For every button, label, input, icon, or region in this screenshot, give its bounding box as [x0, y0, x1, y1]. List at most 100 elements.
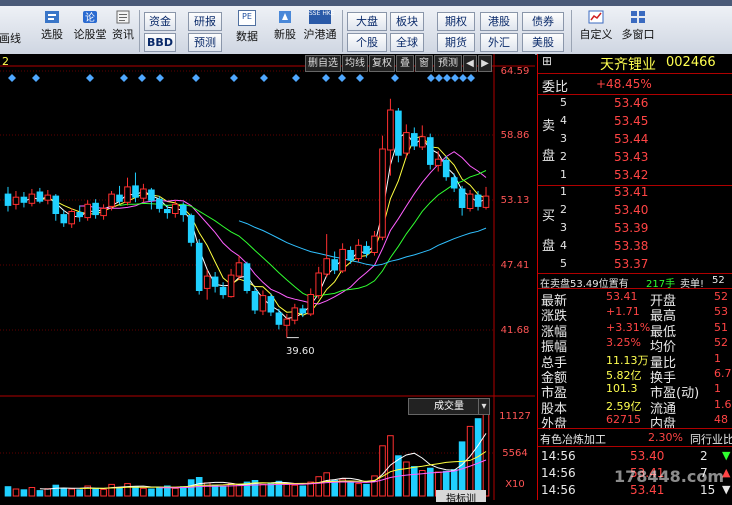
toolbar-custom[interactable]: 自定义: [576, 10, 616, 42]
toolbar-forum[interactable]: 论 论股堂: [72, 10, 108, 42]
order-level-number: 2: [560, 203, 567, 216]
chart-scroll-right-button[interactable]: ▶: [478, 55, 492, 72]
tick-price: 53.40: [630, 449, 665, 463]
candle-body: [28, 193, 36, 204]
order-level-price[interactable]: 53.42: [614, 168, 648, 182]
overlay-button[interactable]: 叠: [396, 55, 414, 72]
toolbar-options-button[interactable]: 期权: [437, 12, 475, 31]
candle-body: [100, 207, 107, 217]
info-marker-icon: [451, 74, 459, 82]
kline-chart-canvas[interactable]: [0, 54, 535, 500]
toolbar-stock-picker[interactable]: 选股: [36, 10, 68, 42]
candle-body: [331, 259, 338, 271]
stock-flag-icon: ⊞: [542, 54, 553, 68]
order-level-price[interactable]: 53.43: [614, 150, 648, 164]
candle-body: [164, 209, 171, 214]
toolbar-research-button[interactable]: 研报: [188, 12, 222, 31]
stat-value: 11.13万: [606, 353, 649, 367]
stat-value: 53.41: [606, 290, 638, 303]
volume-bar: [187, 479, 195, 497]
toolbar-separator: [571, 10, 572, 52]
order-level-price[interactable]: 53.37: [614, 257, 648, 271]
indicator-tab[interactable]: 指标训: [436, 490, 486, 505]
info-marker-icon: [459, 74, 467, 82]
info-marker-icon: [427, 74, 435, 82]
toolbar-us-stock-button[interactable]: 美股: [522, 33, 564, 52]
info-marker-icon: [138, 74, 146, 82]
kline-chart-panel[interactable]: 2 删自选 均线 复权 叠 窗 预测 ◀ ▶ 64.59 58.86 53.13…: [0, 54, 535, 505]
stat-value: 101.3: [606, 382, 638, 396]
candle-body: [275, 312, 283, 325]
stat-value: 5.82亿: [606, 369, 642, 382]
order-level-price[interactable]: 53.44: [614, 132, 648, 146]
candle-body: [466, 193, 474, 210]
pe-icon: PE: [238, 10, 256, 26]
toolbar-bond-button[interactable]: 债券: [522, 12, 564, 31]
order-level-price[interactable]: 53.46: [614, 96, 648, 110]
toolbar-draw-line[interactable]: 画线: [0, 30, 22, 46]
prediction-button[interactable]: 预测: [434, 55, 462, 72]
candle-body: [283, 318, 291, 326]
forum-icon: 论: [83, 11, 97, 24]
new-stock-icon: [279, 11, 291, 23]
toolbar-multi-window[interactable]: 多窗口: [618, 10, 658, 42]
quote-panel: ⊞ 天齐锂业 002466 委比 +48.45% 卖盘 5 53.46 4 53.45…: [537, 54, 732, 500]
order-level-price[interactable]: 53.45: [614, 114, 648, 128]
toolbar-fund-button[interactable]: 资金: [144, 12, 176, 31]
candle-body: [323, 258, 330, 275]
candle-body: [227, 274, 235, 298]
volume-bar: [172, 487, 179, 497]
candle-body: [307, 294, 314, 315]
toolbar-market-button[interactable]: 大盘: [347, 12, 387, 31]
order-level-price[interactable]: 53.40: [614, 203, 648, 217]
order-level-price[interactable]: 53.39: [614, 221, 648, 235]
volume-bar: [259, 483, 267, 497]
order-level-price[interactable]: 53.41: [614, 185, 648, 199]
toolbar-data[interactable]: PE 数据: [232, 10, 262, 44]
moving-average-button[interactable]: 均线: [342, 55, 368, 72]
stat-value: 52: [714, 290, 728, 303]
volume-bar: [116, 487, 123, 497]
candle-body: [291, 307, 299, 321]
stat-value: 6.7: [714, 367, 732, 380]
volume-bar: [347, 482, 354, 497]
moving-average-line: [39, 135, 487, 316]
volume-bar: [466, 425, 474, 497]
toolbar-bbd-button[interactable]: BBD: [144, 33, 176, 52]
sector-name[interactable]: 有色冶炼加工: [540, 431, 606, 447]
sector-compare-link[interactable]: 同行业比: [690, 431, 732, 447]
price-axis-tick: 41.68: [500, 325, 530, 336]
order-level-price[interactable]: 53.38: [614, 239, 648, 253]
toolbar-forecast-button[interactable]: 预测: [188, 33, 222, 52]
toolbar-global-button[interactable]: 全球: [390, 33, 424, 52]
candle-body: [60, 214, 68, 224]
stat-value: 3.25%: [606, 336, 641, 350]
toolbar-single-stock-button[interactable]: 个股: [347, 33, 387, 52]
candle-body: [442, 159, 450, 178]
candle-body: [76, 212, 84, 218]
order-level-number: 2: [560, 150, 567, 163]
candle-body: [347, 250, 354, 261]
order-level-number: 5: [560, 257, 567, 270]
custom-layout-icon: [588, 10, 604, 24]
volume-axis-unit: X10: [505, 479, 525, 490]
toolbar-sector-button[interactable]: 板块: [390, 12, 424, 31]
candle-body: [156, 198, 163, 209]
toolbar-hk-connect[interactable]: SSE HKE 沪港通: [302, 10, 338, 42]
remove-watchlist-button[interactable]: 删自选: [305, 55, 341, 72]
adjust-price-button[interactable]: 复权: [369, 55, 395, 72]
toolbar-hk-stock-button[interactable]: 港股: [480, 12, 518, 31]
window-button[interactable]: 窗: [415, 55, 433, 72]
toolbar-new-stock[interactable]: 新股: [270, 10, 300, 42]
stat-value: 1.6: [714, 397, 732, 411]
toolbar-futures-button[interactable]: 期货: [437, 33, 475, 52]
chart-scroll-left-button[interactable]: ◀: [463, 55, 477, 72]
stat-value: 62715: [606, 413, 641, 427]
toolbar-news[interactable]: 资讯: [110, 10, 136, 42]
candle-body: [203, 275, 211, 289]
news-icon: [116, 10, 130, 24]
stat-value: 51: [714, 320, 728, 334]
tick-time: 14:56: [541, 449, 576, 463]
volume-dropdown-icon[interactable]: ▾: [478, 398, 490, 415]
toolbar-forex-button[interactable]: 外汇: [480, 33, 518, 52]
